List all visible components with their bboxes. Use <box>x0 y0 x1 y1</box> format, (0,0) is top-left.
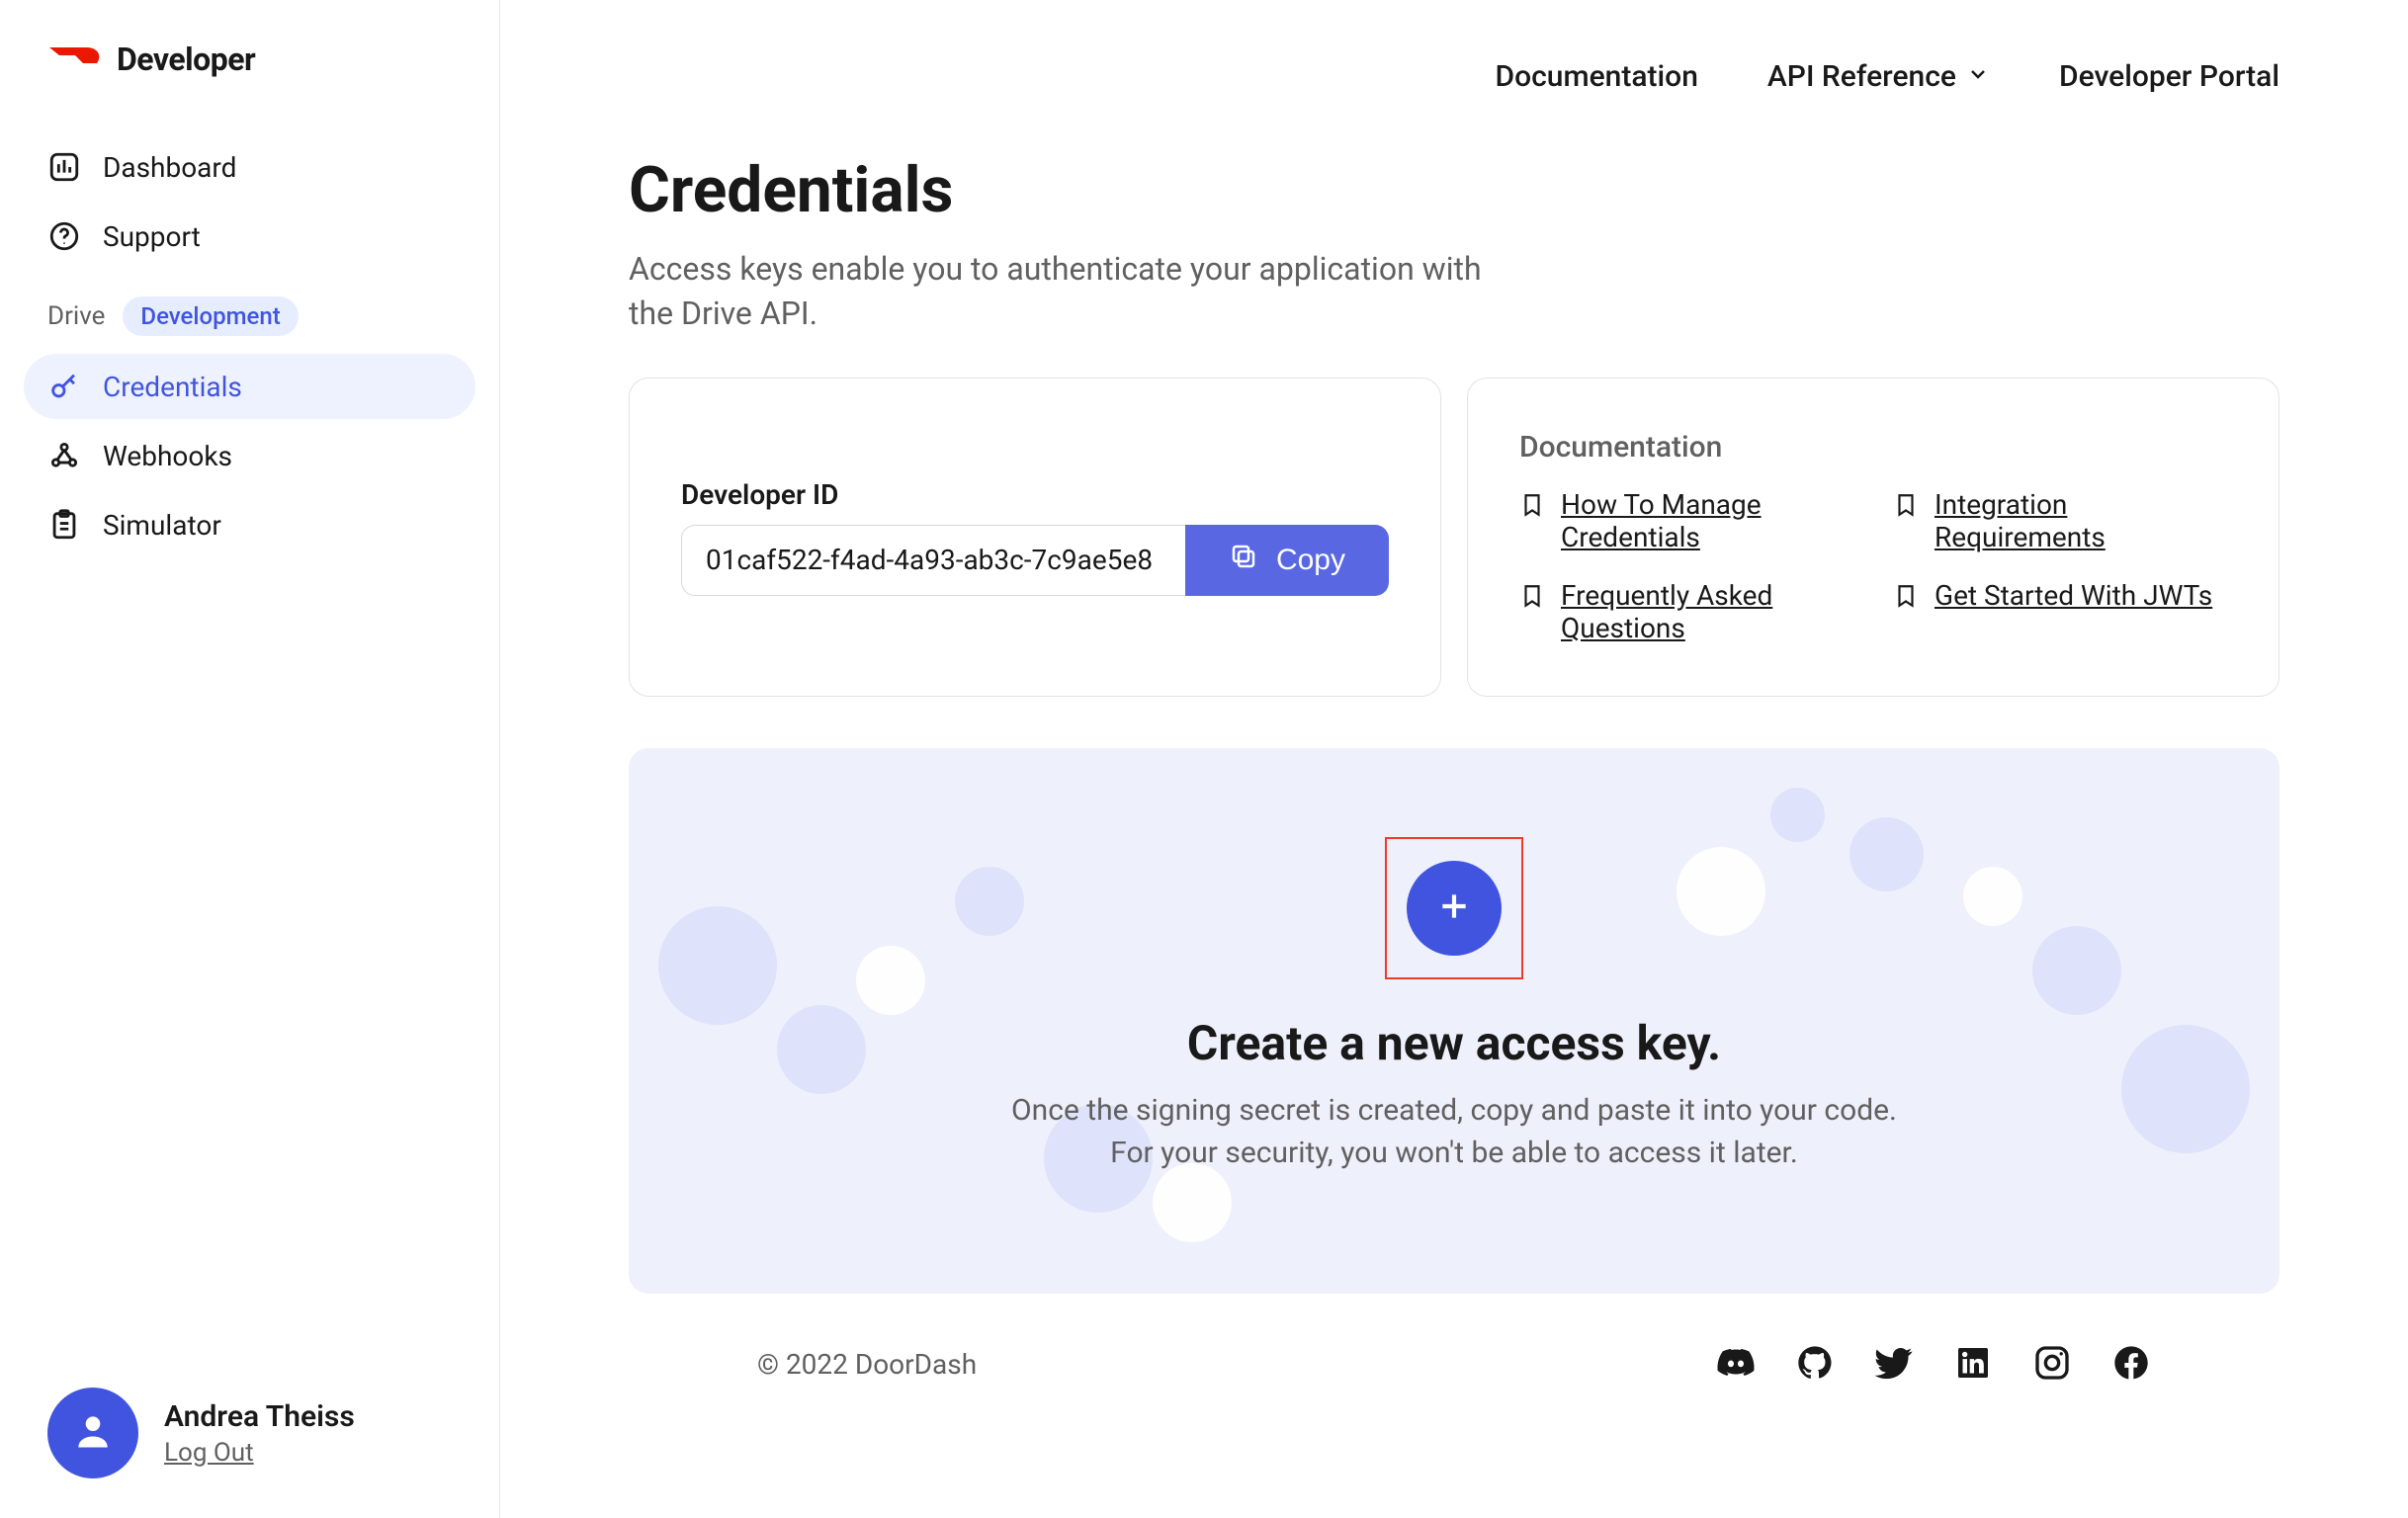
sidebar-item-label: Support <box>103 220 201 253</box>
dashboard-icon <box>47 150 81 184</box>
user-name: Andrea Theiss <box>164 1399 355 1434</box>
doc-link-manage-credentials[interactable]: How To Manage Credentials <box>1519 488 1853 553</box>
sidebar-section-header: Drive Development <box>24 269 475 354</box>
copy-button[interactable]: Copy <box>1185 525 1389 596</box>
topnav: Documentation API Reference Developer Po… <box>500 0 2408 153</box>
brand-logo[interactable]: Developer <box>24 40 475 79</box>
clipboard-icon <box>47 508 81 542</box>
topnav-documentation[interactable]: Documentation <box>1496 59 1698 94</box>
sidebar-item-credentials[interactable]: Credentials <box>24 354 475 419</box>
key-icon <box>47 370 81 403</box>
facebook-icon[interactable] <box>2111 1343 2151 1387</box>
developer-id-input[interactable]: 01caf522-f4ad-4a93-ab3c-7c9ae5e8 <box>681 525 1185 596</box>
sidebar-item-label: Dashboard <box>103 151 236 184</box>
user-row: Andrea Theiss Log Out <box>24 1388 475 1478</box>
sidebar-item-label: Credentials <box>103 371 242 403</box>
section-label: Drive <box>47 301 105 331</box>
developer-id-card: Developer ID 01caf522-f4ad-4a93-ab3c-7c9… <box>629 378 1441 697</box>
webhook-icon <box>47 439 81 472</box>
developer-id-label: Developer ID <box>681 478 1389 511</box>
footer: © 2022 DoorDash <box>629 1294 2279 1387</box>
github-icon[interactable] <box>1795 1343 1835 1387</box>
sidebar-item-support[interactable]: Support <box>24 204 475 269</box>
create-access-key-panel: Create a new access key. Once the signin… <box>629 748 2279 1294</box>
documentation-card: Documentation How To Manage Credentials … <box>1467 378 2279 697</box>
brand-name: Developer <box>117 41 255 78</box>
sidebar-item-webhooks[interactable]: Webhooks <box>24 423 475 488</box>
chevron-down-icon <box>1966 59 1990 94</box>
sidebar-item-label: Simulator <box>103 509 221 542</box>
sidebar-item-label: Webhooks <box>103 440 232 472</box>
bookmark-icon <box>1519 583 1545 616</box>
create-access-key-button[interactable] <box>1407 861 1502 956</box>
linkedin-icon[interactable] <box>1953 1343 1993 1387</box>
avatar[interactable] <box>47 1388 138 1478</box>
plus-icon <box>1434 886 1474 930</box>
page-title: Credentials <box>629 153 2279 227</box>
social-links <box>1716 1343 2151 1387</box>
logout-link[interactable]: Log Out <box>164 1438 254 1468</box>
docs-card-title: Documentation <box>1519 430 2227 464</box>
sidebar-nav-drive: Credentials Webhooks Simula <box>24 354 475 557</box>
sidebar-item-simulator[interactable]: Simulator <box>24 492 475 557</box>
doc-link-jwts[interactable]: Get Started With JWTs <box>1893 579 2227 644</box>
person-icon <box>71 1409 115 1457</box>
doordash-logo-icon <box>47 40 107 79</box>
doc-link-integration-requirements[interactable]: Integration Requirements <box>1893 488 2227 553</box>
bookmark-icon <box>1519 492 1545 525</box>
bookmark-icon <box>1893 492 1919 525</box>
bookmark-icon <box>1893 583 1919 616</box>
discord-icon[interactable] <box>1716 1343 1756 1387</box>
topnav-api-reference[interactable]: API Reference <box>1767 59 1990 94</box>
doc-link-faq[interactable]: Frequently Asked Questions <box>1519 579 1853 644</box>
sidebar-item-dashboard[interactable]: Dashboard <box>24 134 475 200</box>
create-description: Once the signing secret is created, copy… <box>1009 1089 1899 1175</box>
instagram-icon[interactable] <box>2032 1343 2072 1387</box>
page-description: Access keys enable you to authenticate y… <box>629 247 1518 336</box>
copyright: © 2022 DoorDash <box>757 1348 977 1381</box>
main: Documentation API Reference Developer Po… <box>500 0 2408 1518</box>
create-title: Create a new access key. <box>668 1015 2240 1071</box>
sidebar: Developer Dashboard Support Dri <box>0 0 500 1518</box>
add-button-highlight <box>1385 837 1523 979</box>
sidebar-nav-top: Dashboard Support <box>24 134 475 269</box>
topnav-developer-portal[interactable]: Developer Portal <box>2059 59 2279 94</box>
help-icon <box>47 219 81 253</box>
copy-icon <box>1229 542 1258 579</box>
environment-badge[interactable]: Development <box>123 296 298 336</box>
twitter-icon[interactable] <box>1874 1343 1914 1387</box>
